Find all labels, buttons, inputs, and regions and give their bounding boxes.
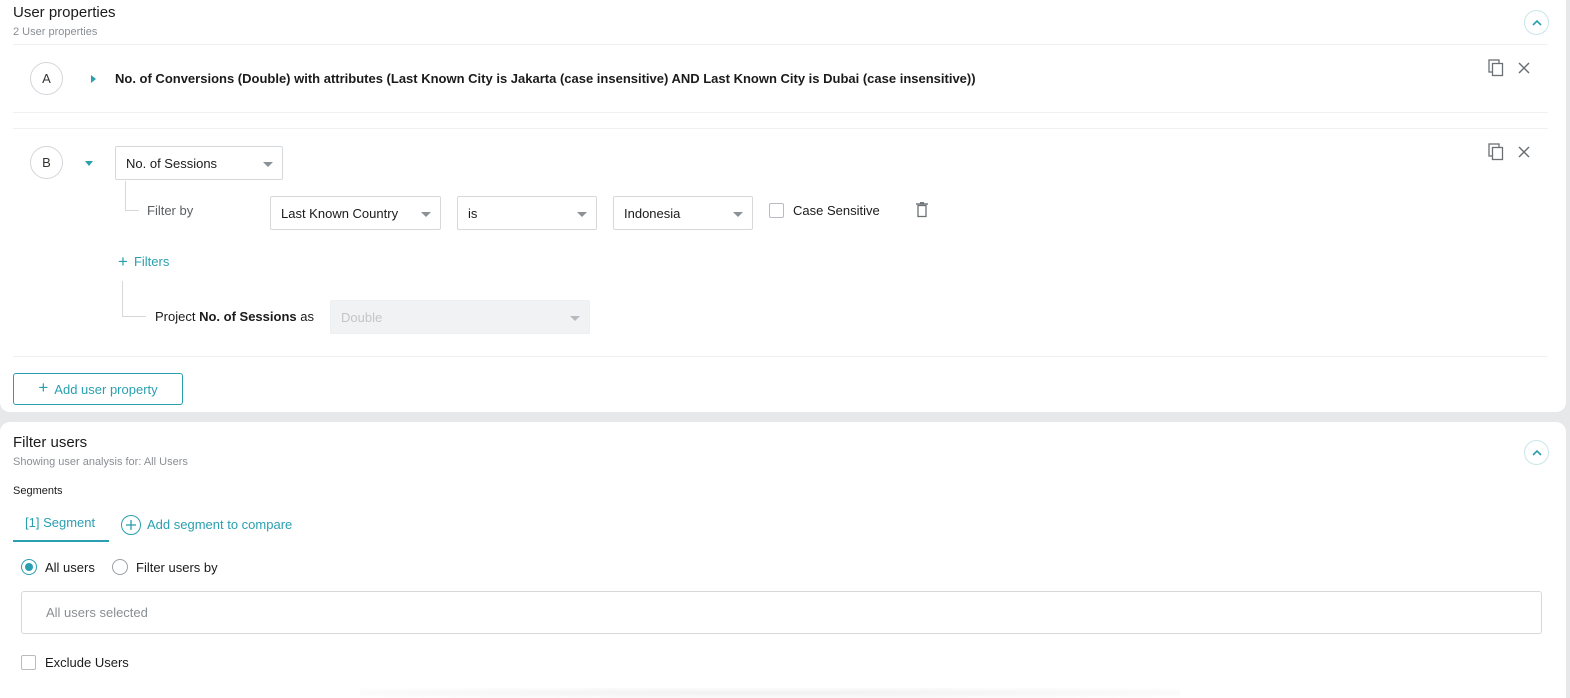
project-suffix: as xyxy=(300,309,314,324)
filter-users-panel: Filter users Showing user analysis for: … xyxy=(0,422,1566,698)
all-users-label: All users xyxy=(45,560,95,575)
close-icon xyxy=(1518,62,1530,74)
bottom-shadow xyxy=(360,688,1180,698)
plus-icon xyxy=(126,520,136,530)
copy-icon xyxy=(1488,143,1504,161)
project-type-select: Double xyxy=(330,300,590,334)
exclude-users-label: Exclude Users xyxy=(45,655,129,670)
copy-row-b-button[interactable] xyxy=(1487,143,1505,161)
add-user-property-label: Add user property xyxy=(54,381,158,397)
property-select[interactable]: No. of Sessions xyxy=(115,146,283,180)
add-filters-label: Filters xyxy=(133,254,170,269)
tree-connector xyxy=(125,181,139,211)
exclude-users-checkbox[interactable] xyxy=(21,655,36,670)
case-sensitive-label: Case Sensitive xyxy=(793,203,880,218)
user-properties-panel: User properties 2 User properties A No. … xyxy=(0,0,1566,412)
trash-icon xyxy=(916,202,928,218)
close-icon xyxy=(1518,146,1530,158)
caret-down-icon xyxy=(733,212,743,217)
user-property-row-a: A No. of Conversions (Double) with attri… xyxy=(13,44,1548,113)
filter-users-by-label: Filter users by xyxy=(136,560,218,575)
project-prefix: Project xyxy=(155,309,196,324)
filter-attribute-select[interactable]: Last Known Country xyxy=(270,196,441,230)
project-type-placeholder: Double xyxy=(341,309,383,325)
collapse-user-properties-button[interactable] xyxy=(1524,10,1549,35)
property-select-value: No. of Sessions xyxy=(126,155,218,171)
copy-row-a-button[interactable] xyxy=(1487,59,1505,77)
caret-down-icon xyxy=(570,316,580,321)
plus-icon: + xyxy=(38,378,49,397)
delete-filter-button[interactable] xyxy=(913,201,931,219)
tab-segment-1[interactable]: [1] Segment xyxy=(13,515,109,542)
expand-triangle-icon[interactable] xyxy=(91,75,96,83)
chevron-up-icon xyxy=(1531,449,1542,456)
add-segment-link[interactable]: Add segment to compare xyxy=(147,517,292,532)
user-selection-field[interactable]: All users selected xyxy=(21,591,1542,634)
user-properties-title: User properties xyxy=(13,4,116,21)
add-segment-button[interactable] xyxy=(121,515,141,535)
all-users-radio[interactable] xyxy=(21,559,37,575)
filter-operator-select[interactable]: is xyxy=(457,196,597,230)
case-sensitive-checkbox[interactable] xyxy=(769,203,784,218)
tree-connector xyxy=(122,281,146,317)
user-property-summary: No. of Conversions (Double) with attribu… xyxy=(115,71,976,86)
project-as-text: Project No. of Sessions as xyxy=(155,309,314,324)
row-letter-badge: A xyxy=(30,62,63,95)
chevron-up-icon xyxy=(1531,19,1542,26)
user-properties-subtitle: 2 User properties xyxy=(13,26,98,38)
caret-down-icon xyxy=(577,212,587,217)
filter-users-by-radio[interactable] xyxy=(112,559,128,575)
filter-users-subtitle: Showing user analysis for: All Users xyxy=(13,456,188,468)
filter-operator-value: is xyxy=(468,205,478,221)
filter-value-value: Indonesia xyxy=(624,205,681,221)
project-property-name: No. of Sessions xyxy=(199,309,297,324)
row-letter-badge: B xyxy=(30,146,63,179)
segments-label: Segments xyxy=(13,485,63,497)
collapse-triangle-icon[interactable] xyxy=(85,161,93,166)
caret-down-icon xyxy=(263,162,273,167)
plus-icon: + xyxy=(118,252,128,271)
add-filters-link[interactable]: + Filters xyxy=(118,251,169,271)
add-user-property-button[interactable]: + Add user property xyxy=(13,373,183,405)
filter-attribute-value: Last Known Country xyxy=(281,205,399,221)
copy-icon xyxy=(1488,59,1504,77)
remove-row-a-button[interactable] xyxy=(1515,59,1533,77)
filter-users-title: Filter users xyxy=(13,434,88,451)
collapse-filter-users-button[interactable] xyxy=(1524,440,1549,465)
remove-row-b-button[interactable] xyxy=(1515,143,1533,161)
user-property-row-b: B No. of Sessions Filter by Last Known C… xyxy=(13,128,1548,357)
filter-by-label: Filter by xyxy=(147,203,194,218)
caret-down-icon xyxy=(421,212,431,217)
filter-value-select[interactable]: Indonesia xyxy=(613,196,753,230)
